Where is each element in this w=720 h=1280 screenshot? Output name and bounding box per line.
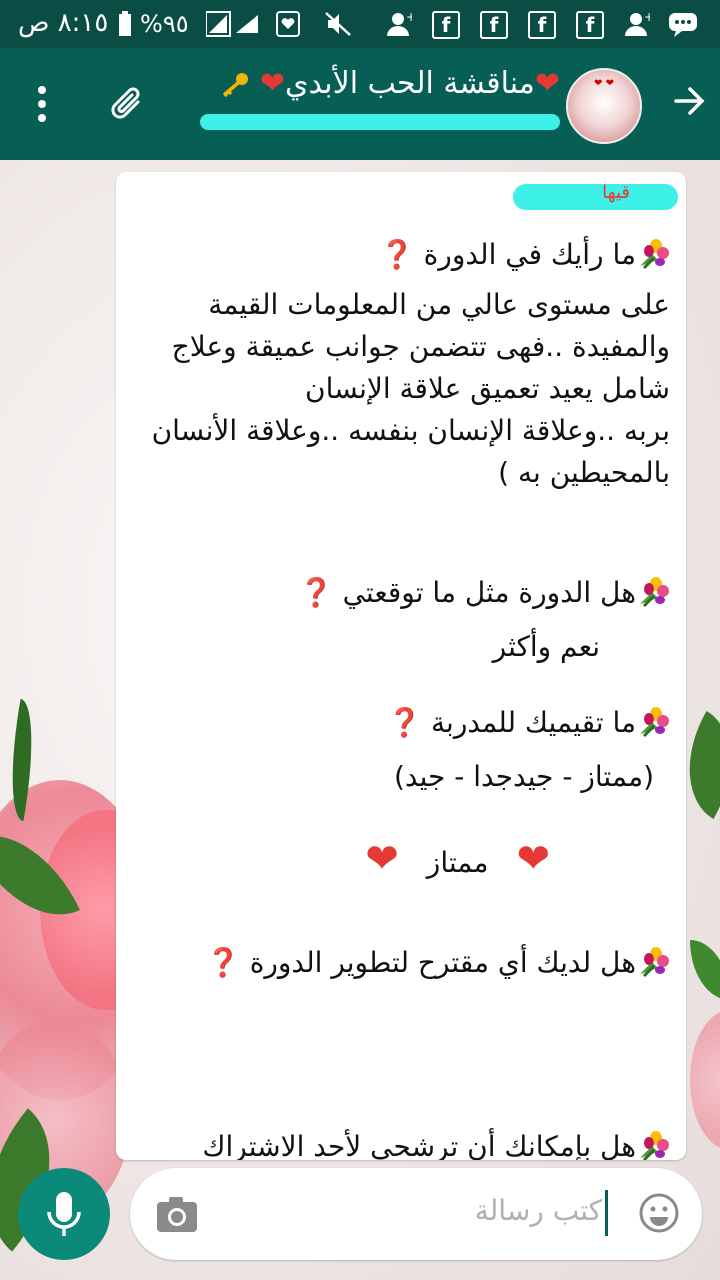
answer-text: والمفيدة ..فهى تتضمن جوانب عميقة وعلاج <box>171 330 670 363</box>
question-mark-icon: ❓ <box>205 946 241 979</box>
facebook-icon: f <box>576 11 604 39</box>
back-arrow-icon[interactable] <box>672 84 706 125</box>
message-line: هل الدورة مثل ما توقعتي ❓ <box>299 572 670 614</box>
heart-icon: ❤ <box>365 836 399 882</box>
message-line: بربه ..وعلاقة الإنسان بنفسه ..وعلاقة الأ… <box>152 410 670 452</box>
question-mark-icon: ❓ <box>387 706 423 739</box>
message-line: شامل يعيد تعميق علاقة الإنسان <box>305 368 670 410</box>
answer-text: ممتاز <box>426 846 489 879</box>
bouquet-icon <box>636 236 670 270</box>
chat-bubble-icon <box>668 11 698 37</box>
answer-text: شامل يعيد تعميق علاقة الإنسان <box>305 372 670 405</box>
answer-text: على مستوى عالي من المعلومات القيمة <box>208 288 670 321</box>
message-line: والمفيدة ..فهى تتضمن جوانب عميقة وعلاج <box>172 326 670 368</box>
key-icon <box>220 66 250 101</box>
facebook-icon: f <box>480 11 508 39</box>
add-user-icon: + <box>384 10 416 37</box>
battery-percent: %٩٥ <box>140 10 189 38</box>
mute-icon <box>324 11 352 37</box>
message-line: نعم وأكثر <box>493 626 600 668</box>
heart-icon: ❤ <box>259 66 286 101</box>
question-text: ما رأيك في الدورة <box>414 238 636 271</box>
sender-name-fragment: قيها <box>602 182 630 203</box>
question-text: هل بإمكانك أن ترشحي لأحد الاشتراك <box>202 1130 636 1160</box>
facebook-icon: f <box>432 11 460 39</box>
message-line: ما تقيميك للمدربة ❓ <box>387 702 670 744</box>
message-input[interactable]: كتب رسالة <box>130 1168 702 1260</box>
message-bubble[interactable]: قيها ما رأيك في الدورة ❓ على مستوى عالي م… <box>116 172 686 1160</box>
camera-icon[interactable] <box>156 1196 198 1238</box>
svg-text:+: + <box>644 11 650 24</box>
message-line: ما رأيك في الدورة ❓ <box>380 234 670 276</box>
answer-text: بالمحيطين به ) <box>498 456 670 489</box>
notification-heart-icon <box>276 11 300 37</box>
bouquet-icon <box>636 944 670 978</box>
bouquet-icon <box>636 574 670 608</box>
sender-name-redacted <box>513 184 678 210</box>
attach-icon[interactable] <box>108 84 148 128</box>
emoji-icon[interactable] <box>638 1192 680 1238</box>
message-input-placeholder: كتب رسالة <box>474 1194 602 1227</box>
heart-icon: ❤ <box>534 66 560 101</box>
message-line: هل بإمكانك أن ترشحي لأحد الاشتراك <box>202 1126 670 1160</box>
status-bar: ٨:١٥ ص %٩٥ + f f f f + <box>0 0 720 48</box>
battery-icon <box>118 11 132 37</box>
message-line: ❤ ممتاز ❤ <box>365 838 550 884</box>
message-line: بالمحيطين به ) <box>498 452 670 494</box>
message-line: هل لديك أي مقترح لتطوير الدورة ❓ <box>206 942 670 984</box>
status-time: ٨:١٥ ص <box>18 8 109 38</box>
question-text: ما تقيميك للمدربة <box>422 706 636 739</box>
question-mark-icon: ❓ <box>379 238 415 271</box>
mic-icon <box>47 1192 81 1236</box>
chat-title-text: مناقشة الحب الأبدي <box>285 66 535 101</box>
chat-title[interactable]: ❤مناقشة الحب الأبدي❤ <box>220 66 560 101</box>
signal-icon <box>205 11 266 37</box>
question-text: هل لديك أي مقترح لتطوير الدورة <box>240 946 636 979</box>
question-text: هل الدورة مثل ما توقعتي <box>333 576 636 609</box>
more-vert-icon[interactable] <box>38 86 46 128</box>
mic-button[interactable] <box>18 1168 110 1260</box>
svg-text:+: + <box>406 11 412 24</box>
question-mark-icon: ❓ <box>298 576 334 609</box>
bouquet-icon <box>636 1128 670 1160</box>
heart-icon: ❤ <box>516 836 550 882</box>
group-avatar[interactable]: ❤ ❤ <box>566 68 642 144</box>
text-caret <box>605 1190 608 1236</box>
answer-text: بربه ..وعلاقة الإنسان بنفسه ..وعلاقة الأ… <box>151 414 670 447</box>
bouquet-icon <box>636 704 670 738</box>
add-user-icon: + <box>622 10 654 37</box>
facebook-icon: f <box>528 11 556 39</box>
chat-header: ❤ ❤ ❤مناقشة الحب الأبدي❤ <box>0 48 720 160</box>
message-line: (ممتاز - جيدجدا - جيد) <box>394 756 654 798</box>
participants-subtitle <box>200 114 560 130</box>
answer-text: نعم وأكثر <box>492 630 600 663</box>
answer-text: (ممتاز - جيدجدا - جيد) <box>393 760 654 793</box>
message-line: على مستوى عالي من المعلومات القيمة <box>208 284 670 326</box>
